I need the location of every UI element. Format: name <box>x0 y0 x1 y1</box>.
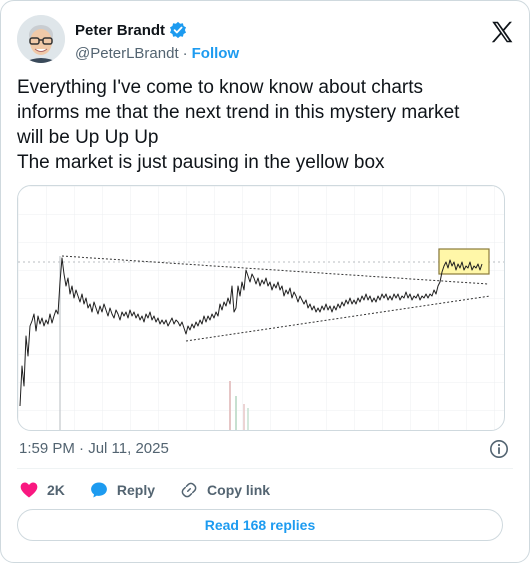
tweet-image[interactable] <box>17 185 505 431</box>
heart-icon <box>20 482 38 498</box>
author-handle[interactable]: @PeterLBrandt <box>75 45 179 62</box>
tweet-text-line: Everything I've come to know know about … <box>17 77 423 98</box>
read-replies-button[interactable]: Read 168 replies <box>17 509 503 541</box>
price-chart-image <box>18 186 504 430</box>
tweet-timestamp[interactable]: 1:59 PM · Jul 11, 2025 <box>19 440 169 457</box>
tweet-text-line: informs me that the next trend in this m… <box>17 102 460 123</box>
verified-badge-icon <box>170 21 187 39</box>
tweet-actions: 2K Reply Copy link <box>19 479 294 501</box>
copy-link-label: Copy link <box>207 482 271 498</box>
handle-separator: · <box>182 45 188 62</box>
x-logo-icon[interactable] <box>489 19 515 45</box>
author-handle-row: @PeterLBrandt · Follow <box>75 45 239 62</box>
copy-link-button[interactable]: Copy link <box>179 480 270 500</box>
tweet-header: Peter Brandt @PeterLBrandt · Follow <box>17 15 515 67</box>
tweet-text-line: The market is just pausing in the yellow… <box>17 152 385 173</box>
tweet-text-line: will be Up Up Up <box>17 127 159 148</box>
reply-label: Reply <box>116 482 156 498</box>
tweet-text: Everything I've come to know know about … <box>17 75 515 175</box>
read-replies-label: Read 168 replies <box>204 517 316 533</box>
like-button[interactable]: 2K <box>19 480 65 500</box>
divider <box>17 468 513 469</box>
author-name-row: Peter Brandt <box>75 21 187 39</box>
follow-button[interactable]: Follow <box>192 45 240 62</box>
author-name[interactable]: Peter Brandt <box>75 22 165 39</box>
tweet-card: Peter Brandt @PeterLBrandt · Follow Ever… <box>0 0 530 563</box>
like-count: 2K <box>47 482 65 498</box>
reply-button[interactable]: Reply <box>89 480 155 500</box>
avatar[interactable] <box>17 15 65 63</box>
link-icon <box>181 482 197 498</box>
speech-bubble-icon <box>90 482 107 498</box>
info-icon[interactable] <box>489 439 509 459</box>
